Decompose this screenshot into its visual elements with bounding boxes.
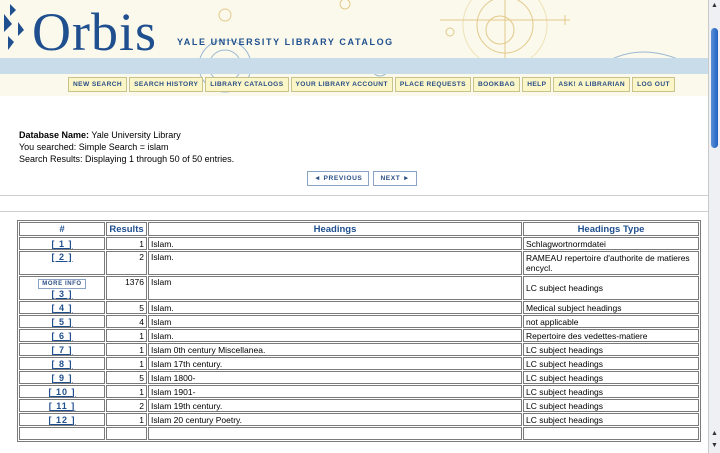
next-button[interactable]: NEXT ► — [373, 171, 417, 186]
database-line: Database Name: Yale University Library — [19, 129, 234, 141]
row-type: Repertoire des vedettes-matiere — [523, 329, 699, 342]
table-row: [ 2 ] 2 Islam. RAMEAU repertoire d'autho… — [19, 251, 699, 275]
row-results: 1 — [106, 343, 147, 356]
row-type: LC subject headings — [523, 399, 699, 412]
row-heading: Islam. — [148, 301, 522, 314]
nav-new-search[interactable]: NEW SEARCH — [68, 77, 128, 92]
row-link[interactable]: [ 9 ] — [51, 373, 72, 383]
row-results: 1 — [106, 413, 147, 426]
nav-log-out[interactable]: LOG OUT — [632, 77, 675, 92]
row-link[interactable]: [ 5 ] — [51, 317, 72, 327]
scrollbar-thumb[interactable] — [711, 28, 718, 148]
orbis-logo[interactable]: Orbis — [32, 2, 157, 62]
column-header-number: # — [19, 222, 105, 236]
divider — [0, 211, 708, 212]
row-type: Schlagwortnormdatei — [523, 237, 699, 250]
row-results: 1376 — [106, 276, 147, 300]
row-heading: Islam — [148, 276, 522, 300]
row-results: 1 — [106, 385, 147, 398]
row-type: LC subject headings — [523, 413, 699, 426]
row-link[interactable]: [ 6 ] — [51, 331, 72, 341]
row-results: 2 — [106, 251, 147, 275]
row-heading — [148, 427, 522, 440]
table-row: [ 1 ] 1 Islam. Schlagwortnormdatei — [19, 237, 699, 250]
table-row: [ 5 ] 4 Islam not applicable — [19, 315, 699, 328]
search-info: Database Name: Yale University Library Y… — [19, 129, 234, 165]
row-link[interactable]: [ 10 ] — [48, 387, 75, 397]
table-row: [ 6 ] 1 Islam. Repertoire des vedettes-m… — [19, 329, 699, 342]
row-heading: Islam. — [148, 237, 522, 250]
table-row: [ 10 ] 1 Islam 1901- LC subject headings — [19, 385, 699, 398]
row-type: LC subject headings — [523, 276, 699, 300]
scroll-up-icon[interactable]: ▲ — [709, 428, 720, 440]
row-type: LC subject headings — [523, 357, 699, 370]
row-results: 5 — [106, 301, 147, 314]
nav-ask-a-librarian[interactable]: ASK! A LIBRARIAN — [553, 77, 631, 92]
table-row — [19, 427, 699, 440]
table-row: [ 11 ] 2 Islam 19th century. LC subject … — [19, 399, 699, 412]
row-link[interactable]: [ 7 ] — [51, 345, 72, 355]
row-heading: Islam. — [148, 251, 522, 275]
row-heading: Islam 1901- — [148, 385, 522, 398]
searched-line: You searched: Simple Search = islam — [19, 142, 169, 152]
row-heading: Islam. — [148, 329, 522, 342]
previous-button[interactable]: ◄ PREVIOUS — [307, 171, 370, 186]
row-results: 2 — [106, 399, 147, 412]
row-type: LC subject headings — [523, 371, 699, 384]
table-row: [ 9 ] 5 Islam 1800- LC subject headings — [19, 371, 699, 384]
vertical-scrollbar[interactable]: ▲ ▲ ▼ — [708, 0, 720, 453]
row-heading: Islam — [148, 315, 522, 328]
column-header-headings: Headings — [148, 222, 522, 236]
row-type: RAMEAU repertoire d'authorite de matiere… — [523, 251, 699, 275]
row-results — [106, 427, 147, 440]
row-link[interactable]: [ 12 ] — [48, 415, 75, 425]
database-label: Database Name: — [19, 130, 90, 140]
row-link[interactable]: [ 4 ] — [51, 303, 72, 313]
row-type: not applicable — [523, 315, 699, 328]
row-link[interactable]: [ 3 ] — [51, 289, 72, 299]
pager: ◄ PREVIOUS NEXT ► — [307, 171, 421, 186]
table-row: [ 12 ] 1 Islam 20 century Poetry. LC sub… — [19, 413, 699, 426]
divider — [0, 195, 708, 196]
nav-place-requests[interactable]: PLACE REQUESTS — [394, 77, 471, 92]
row-heading: Islam 19th century. — [148, 399, 522, 412]
row-type: Medical subject headings — [523, 301, 699, 314]
nav-library-catalogs[interactable]: LIBRARY CATALOGS — [205, 77, 289, 92]
nav-search-history[interactable]: SEARCH HISTORY — [129, 77, 204, 92]
row-results: 5 — [106, 371, 147, 384]
row-heading: Islam 1800- — [148, 371, 522, 384]
row-heading: Islam 20 century Poetry. — [148, 413, 522, 426]
row-type: LC subject headings — [523, 343, 699, 356]
table-row: [ 8 ] 1 Islam 17th century. LC subject h… — [19, 357, 699, 370]
column-header-headings-type: Headings Type — [523, 222, 699, 236]
row-results: 1 — [106, 237, 147, 250]
column-header-results: Results — [106, 222, 147, 236]
row-link[interactable]: [ 11 ] — [49, 401, 76, 411]
nav-your-library-account[interactable]: YOUR LIBRARY ACCOUNT — [290, 77, 393, 92]
table-row: [ 7 ] 1 Islam 0th century Miscellanea. L… — [19, 343, 699, 356]
table-row: [ 4 ] 5 Islam. Medical subject headings — [19, 301, 699, 314]
database-value: Yale University Library — [91, 130, 181, 140]
results-summary: Search Results: Displaying 1 through 50 … — [19, 154, 235, 164]
nav-help[interactable]: HELP — [522, 77, 552, 92]
row-type — [523, 427, 699, 440]
row-link[interactable]: [ 8 ] — [51, 359, 72, 369]
row-type: LC subject headings — [523, 385, 699, 398]
row-link[interactable]: [ 2 ] — [51, 252, 72, 262]
table-row: MORE INFO [ 3 ] 1376 Islam LC subject he… — [19, 276, 699, 300]
scroll-down-icon[interactable]: ▼ — [709, 440, 720, 452]
more-info-button[interactable]: MORE INFO — [38, 279, 86, 289]
scroll-up-icon[interactable]: ▲ — [709, 0, 720, 12]
nav-bookbag[interactable]: BOOKBAG — [472, 77, 521, 92]
main-nav: NEW SEARCH SEARCH HISTORY LIBRARY CATALO… — [68, 77, 677, 92]
catalog-subtitle: YALE UNIVERSITY LIBRARY CATALOG — [177, 37, 394, 47]
row-results: 1 — [106, 329, 147, 342]
row-results: 4 — [106, 315, 147, 328]
table-header-row: # Results Headings Headings Type — [19, 222, 699, 236]
row-heading: Islam 0th century Miscellanea. — [148, 343, 522, 356]
row-results: 1 — [106, 357, 147, 370]
row-heading: Islam 17th century. — [148, 357, 522, 370]
results-table: # Results Headings Headings Type [ 1 ] 1… — [17, 220, 701, 442]
row-link[interactable]: [ 1 ] — [51, 239, 72, 249]
